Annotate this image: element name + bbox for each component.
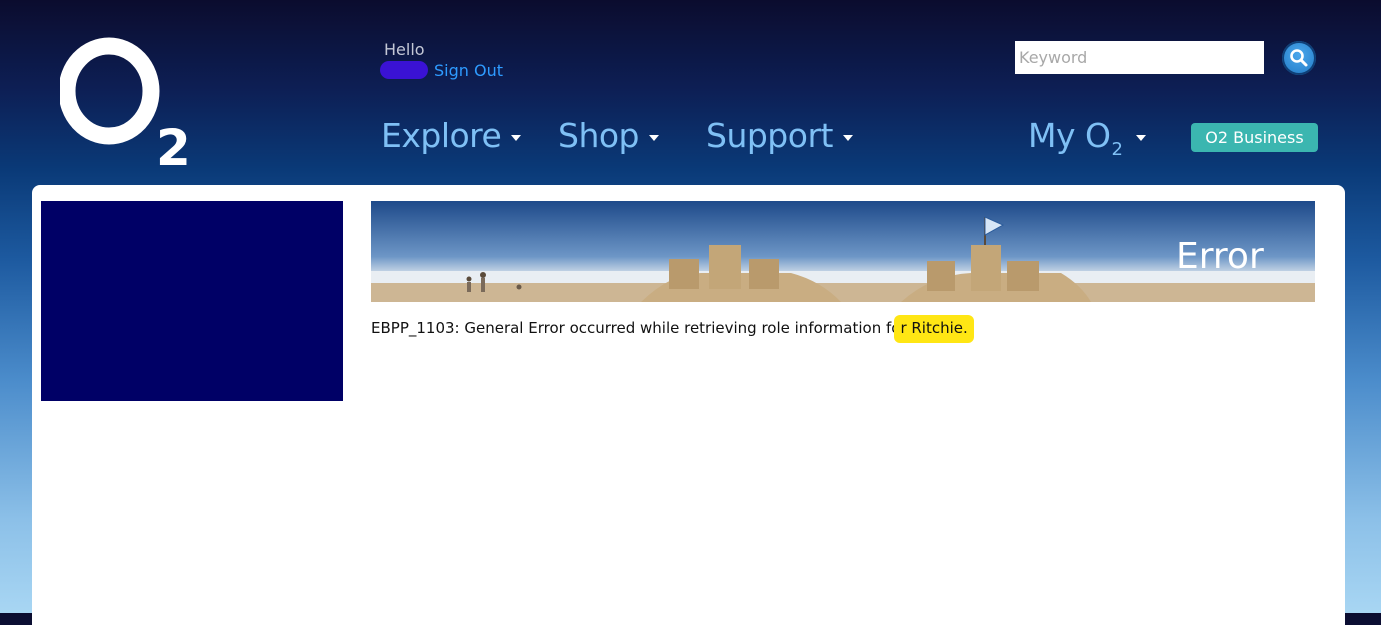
nav-support[interactable]: Support bbox=[706, 116, 853, 155]
o2-logo[interactable]: 2 bbox=[58, 34, 200, 177]
chevron-down-icon bbox=[842, 134, 853, 141]
error-message-text: EBPP_1103: General Error occurred while … bbox=[371, 319, 901, 337]
sidebar-redacted-block bbox=[41, 201, 343, 401]
sign-out-link[interactable]: Sign Out bbox=[434, 61, 503, 80]
nav-support-label: Support bbox=[706, 116, 833, 155]
search-button[interactable] bbox=[1282, 41, 1316, 75]
nav-my-o2-subscript: 2 bbox=[1111, 139, 1123, 160]
search-icon bbox=[1290, 49, 1308, 67]
nav-shop[interactable]: Shop bbox=[558, 116, 659, 155]
search-input[interactable] bbox=[1015, 41, 1264, 74]
svg-text:2: 2 bbox=[156, 119, 191, 174]
greeting-text: Hello bbox=[384, 40, 425, 59]
page-title: Error bbox=[1176, 236, 1264, 277]
error-banner: Error bbox=[371, 201, 1315, 302]
beach-sandcastle-image bbox=[371, 201, 1315, 302]
chevron-down-icon bbox=[511, 134, 522, 141]
chevron-down-icon bbox=[649, 134, 659, 141]
chevron-down-icon bbox=[1136, 134, 1147, 141]
redacted-username bbox=[380, 61, 428, 79]
content-panel: Error EBPP_1103: General Error occurred … bbox=[32, 185, 1345, 625]
error-message: EBPP_1103: General Error occurred while … bbox=[371, 315, 974, 343]
nav-my-o2[interactable]: My O2 bbox=[1028, 116, 1147, 160]
nav-my-o2-label: My O bbox=[1028, 116, 1111, 155]
nav-shop-label: Shop bbox=[558, 116, 640, 155]
error-message-highlight: r Ritchie. bbox=[894, 315, 974, 343]
nav-explore-label: Explore bbox=[381, 116, 502, 155]
o2-business-button[interactable]: O2 Business bbox=[1191, 123, 1318, 152]
nav-explore[interactable]: Explore bbox=[381, 116, 522, 155]
